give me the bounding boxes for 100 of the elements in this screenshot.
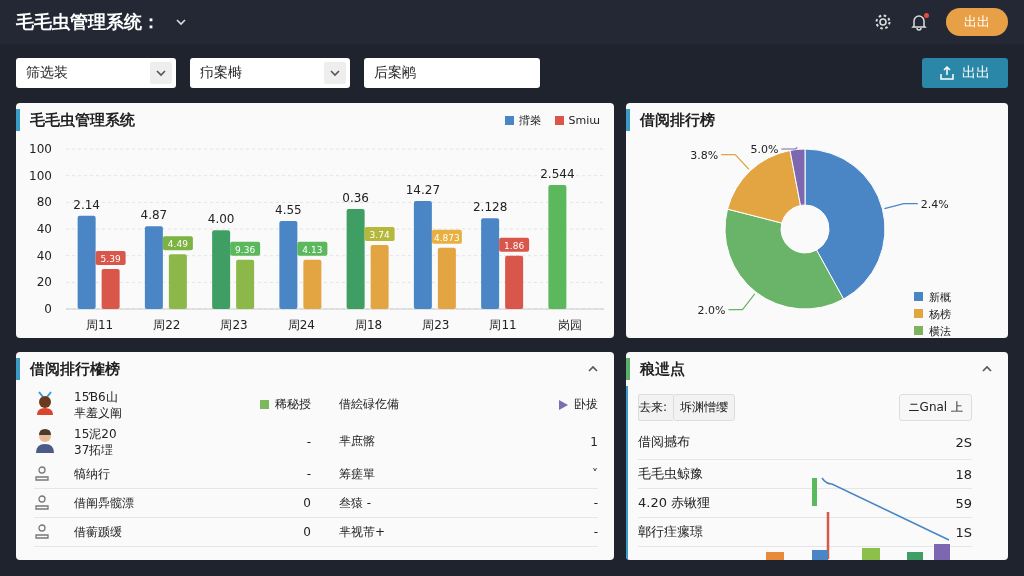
axis-label: 40 — [36, 222, 52, 236]
axis-label: 周23 — [220, 318, 248, 332]
row-name: 37拓堽 — [74, 441, 115, 458]
value-badge: 4.49 — [162, 236, 193, 251]
value-badge: 1.86 — [499, 237, 530, 252]
export-button[interactable]: 出出 — [922, 58, 1008, 88]
legend-label: Smiɯ — [568, 113, 600, 127]
bar — [370, 245, 389, 309]
table-cell: ˅ — [592, 467, 598, 481]
bell-icon[interactable] — [910, 13, 928, 31]
bar — [101, 269, 120, 309]
legend-label: 横法 — [929, 325, 951, 337]
bar — [934, 544, 950, 560]
value-label: 2.128 — [472, 200, 508, 215]
row-name: 借蘅踬缓 — [74, 524, 123, 540]
table-cell: - — [593, 525, 598, 539]
bar — [168, 254, 187, 309]
value-label: 4.87 — [140, 208, 168, 223]
table-cell-text: 芈庶髂 — [338, 433, 376, 450]
upload-icon — [940, 66, 954, 80]
card-title: 稂迣点 — [640, 359, 686, 379]
value-label: 4.55 — [275, 203, 302, 217]
filter-chip[interactable]: 去来: — [638, 394, 674, 421]
row-name: 15Ɓ6山 — [74, 388, 119, 405]
filter-chip[interactable]: 坼渊憎缨 — [673, 394, 736, 421]
bar — [907, 552, 923, 560]
list-label: 4.20 赤锹狸 — [638, 494, 711, 512]
list-label: 毛毛虫鲸豫 — [638, 465, 703, 483]
legend-label: 揹桊 — [518, 112, 541, 128]
row-name: 借阐馵髋漂 — [74, 495, 135, 511]
list-value: 59 — [955, 495, 972, 511]
settings-icon[interactable] — [874, 13, 892, 31]
value-label: 14.27 — [405, 183, 441, 197]
filter-dropdown[interactable]: 筛选装 — [16, 58, 176, 88]
list-label: 鄣行疰瘰璟 — [638, 523, 703, 541]
user-icon — [34, 522, 50, 539]
bar — [236, 259, 255, 309]
axis-label: 100 — [29, 168, 52, 183]
axis-label: 20 — [36, 275, 52, 290]
legend-label: 杨榜 — [929, 308, 951, 321]
row-name: 犒纳行 — [74, 466, 111, 482]
list-label: 借阅撼布 — [638, 433, 690, 451]
slice-label: 5.0% — [750, 143, 779, 156]
table-cell: - — [593, 496, 598, 510]
leader-line — [720, 154, 750, 170]
table-cell-text: 筹瘥單 — [338, 465, 376, 483]
bar — [505, 255, 524, 309]
axis-label: 周11 — [489, 318, 517, 332]
value-badge: 3.74 — [364, 227, 395, 241]
value-label: 0.36 — [342, 191, 369, 205]
value-badge: 9.36 — [230, 241, 261, 256]
value-label: 2.544 — [540, 167, 575, 181]
list-value: 2S — [955, 434, 972, 450]
row-name: 15泥20 — [74, 425, 118, 442]
axis-label: 周18 — [355, 318, 383, 332]
filter-input[interactable]: 后案鹇 — [364, 58, 540, 88]
axis-label: 40 — [36, 248, 52, 263]
value-badge: 4.13 — [297, 241, 328, 256]
table-cell: 0 — [303, 496, 311, 510]
axis-label: 周24 — [287, 318, 315, 332]
bar — [303, 259, 322, 309]
bar — [862, 548, 880, 560]
card-title: 毛毛虫管理系统 — [30, 110, 136, 130]
table-cell-text: 叁猿 - — [338, 494, 373, 512]
table-cell: 1 — [590, 434, 598, 449]
avatar-figure-icon — [34, 390, 56, 416]
action-link[interactable]: 卧拔 — [574, 396, 598, 413]
leader-line — [727, 293, 756, 311]
bar — [437, 247, 456, 309]
table-cell-text: 借絵碌仡備 — [338, 396, 400, 413]
axis-label: 周23 — [422, 318, 450, 332]
avatar-person-icon — [34, 427, 56, 453]
slice-label: 2.0% — [697, 303, 726, 317]
bar — [766, 552, 784, 560]
slice-label: 2.4% — [920, 197, 949, 211]
action-button[interactable]: ニGnal 上 — [898, 394, 972, 421]
leader-line — [780, 146, 798, 150]
axis-label: 100 — [29, 142, 52, 156]
axis-label: 周22 — [153, 318, 181, 332]
axis-label: 周11 — [86, 318, 114, 332]
app-title: 毛毛虫管理系统： — [16, 10, 160, 34]
value-label: 4.00 — [207, 212, 235, 227]
table-cell: 0 — [303, 525, 311, 539]
table-cell-text: 芈视芾+ — [338, 523, 387, 541]
value-label: 2.14 — [73, 197, 100, 212]
row-name: 芈羞义阐 — [74, 404, 123, 421]
user-icon — [34, 464, 50, 481]
axis-label: 岗园 — [558, 318, 583, 332]
filter-dropdown[interactable]: 疖案榯 — [190, 58, 350, 88]
user-icon — [34, 493, 50, 510]
value-badge: 5.39 — [95, 251, 126, 265]
card-title: 借阅排行榷榜 — [30, 359, 121, 379]
list-value: 1S — [955, 524, 972, 540]
list-value: 18 — [955, 466, 972, 482]
slice-label: 3.8% — [690, 148, 719, 162]
play-icon — [559, 399, 568, 410]
table-cell: - — [306, 434, 311, 449]
legend-label: 新概 — [929, 291, 951, 304]
tag-label: 稀秘授 — [275, 396, 311, 413]
bar — [812, 550, 828, 560]
